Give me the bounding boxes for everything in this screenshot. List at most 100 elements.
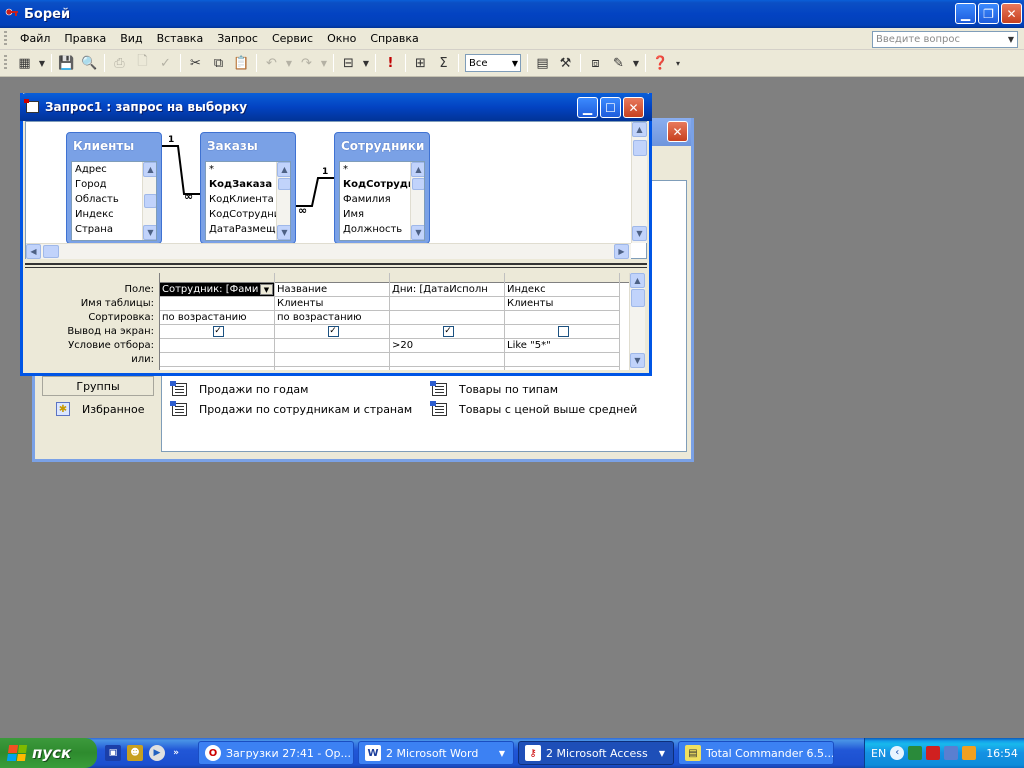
groups-button[interactable]: Группы xyxy=(42,376,154,396)
column-selector[interactable] xyxy=(390,273,504,283)
grid-cell-table[interactable]: Клиенты xyxy=(505,297,619,311)
top-values-combo[interactable]: Все ▼ xyxy=(465,54,521,72)
grid-cell-field[interactable]: Индекс xyxy=(505,283,619,297)
grid-cell-criteria[interactable]: Like "5*" xyxy=(505,339,619,353)
new-object-button[interactable]: ✎ xyxy=(607,52,630,74)
menu-file[interactable]: Файл xyxy=(13,30,57,47)
undo-button[interactable]: ↶ xyxy=(260,52,283,74)
query-window-title-bar[interactable]: Запрос1 : запрос на выборку ▁ ☐ ✕ xyxy=(20,93,652,121)
scroll-thumb[interactable] xyxy=(631,289,645,307)
print-button[interactable]: ⎙ xyxy=(108,52,131,74)
taskbar-button-total-commander[interactable]: ▤ Total Commander 6.5... xyxy=(678,741,834,765)
display-icon[interactable] xyxy=(944,746,959,760)
paste-button[interactable]: 📋 xyxy=(230,52,253,74)
field-item[interactable]: Индекс xyxy=(72,207,142,222)
column-selector[interactable] xyxy=(505,273,619,283)
taskbar-button-opera[interactable]: O Загрузки 27:41 - Op... xyxy=(198,741,354,765)
field-item[interactable]: * xyxy=(206,162,276,177)
build-button[interactable]: ⚒ xyxy=(554,52,577,74)
grid-cell-field[interactable]: Название xyxy=(275,283,389,297)
field-list-scrollbar[interactable]: ▲ ▼ xyxy=(410,162,424,240)
grid-cell-show[interactable]: ✓ xyxy=(275,325,389,339)
chevron-right-icon[interactable]: » xyxy=(171,745,181,761)
grid-cell-or[interactable] xyxy=(505,353,619,367)
chevron-left-icon[interactable]: ‹ xyxy=(890,746,905,760)
print-preview-button[interactable]: 🗋 xyxy=(131,52,154,74)
query-maximize-button[interactable]: ☐ xyxy=(600,97,621,118)
chevron-down-icon[interactable]: ▼ xyxy=(512,59,518,68)
new-object-dropdown[interactable]: ▼ xyxy=(630,52,642,74)
field-item[interactable]: Область xyxy=(72,192,142,207)
field-item-key[interactable]: КодСотрудн xyxy=(340,177,410,192)
list-item[interactable]: Товары с ценой выше средней xyxy=(430,401,637,416)
field-item[interactable]: ДатаРазмещ xyxy=(206,222,276,237)
design-grid-vscroll[interactable]: ▲ ▼ xyxy=(629,273,645,370)
scroll-down-icon[interactable]: ▼ xyxy=(630,353,645,368)
list-item[interactable]: Товары по типам xyxy=(430,381,558,396)
column-selector[interactable] xyxy=(275,273,389,283)
grid-cell-show[interactable]: ✓ xyxy=(160,325,274,339)
scroll-thumb[interactable] xyxy=(144,194,156,208)
scroll-down-icon[interactable]: ▼ xyxy=(143,225,156,240)
pane-splitter[interactable] xyxy=(25,263,647,268)
table-pane-hscroll[interactable]: ◀ ▶ xyxy=(26,243,631,259)
redo-button[interactable]: ↷ xyxy=(295,52,318,74)
grid-cell-or[interactable] xyxy=(160,353,274,367)
show-checkbox[interactable]: ✓ xyxy=(327,326,339,337)
grid-cell-criteria[interactable] xyxy=(160,339,274,353)
close-button[interactable]: ✕ xyxy=(1001,3,1022,24)
network-icon[interactable] xyxy=(908,746,923,760)
field-item[interactable]: КодКлиента xyxy=(206,192,276,207)
grid-cell-table[interactable]: Клиенты xyxy=(275,297,389,311)
field-item[interactable]: * xyxy=(340,162,410,177)
menu-edit[interactable]: Правка xyxy=(57,30,113,47)
grid-cell-criteria[interactable] xyxy=(275,339,389,353)
clock[interactable]: 16:54 xyxy=(986,747,1018,760)
file-search-button[interactable]: 🔍 xyxy=(78,52,101,74)
scroll-thumb[interactable] xyxy=(278,178,290,190)
database-window-button[interactable]: ⧈ xyxy=(584,52,607,74)
grid-cell-criteria[interactable]: >20 xyxy=(390,339,504,353)
ask-question-input[interactable]: Введите вопрос ▼ xyxy=(872,31,1018,48)
start-button[interactable]: пуск xyxy=(0,738,97,768)
grid-cell-sort[interactable]: по возрастанию xyxy=(275,311,389,325)
chevron-down-icon[interactable]: ▼ xyxy=(260,284,273,295)
save-button[interactable]: 💾 xyxy=(55,52,78,74)
view-button[interactable]: ▦ xyxy=(13,52,36,74)
show-checkbox[interactable]: ✓ xyxy=(212,326,224,337)
query-design-window[interactable]: Запрос1 : запрос на выборку ▁ ☐ ✕ 1 ∞ 1 … xyxy=(20,93,652,376)
database-window-close-button[interactable]: ✕ xyxy=(667,121,688,142)
scroll-thumb[interactable] xyxy=(43,245,59,258)
menu-view[interactable]: Вид xyxy=(113,30,149,47)
scroll-down-icon[interactable]: ▼ xyxy=(411,225,424,240)
grid-cell-sort[interactable]: по возрастанию xyxy=(160,311,274,325)
run-button[interactable]: ! xyxy=(379,52,402,74)
grid-cell-sort[interactable] xyxy=(505,311,619,325)
query-close-button[interactable]: ✕ xyxy=(623,97,644,118)
list-item[interactable]: Продажи по годам xyxy=(170,381,308,396)
show-table-button[interactable]: ⊞ xyxy=(409,52,432,74)
cut-button[interactable]: ✂ xyxy=(184,52,207,74)
field-item[interactable]: Адрес xyxy=(72,162,142,177)
taskbar-button-access[interactable]: ⚷ 2 Microsoft Access ▼ xyxy=(518,741,674,765)
scroll-thumb[interactable] xyxy=(412,178,424,190)
scroll-up-icon[interactable]: ▲ xyxy=(277,162,290,177)
scroll-up-icon[interactable]: ▲ xyxy=(632,122,647,137)
field-item[interactable]: Фамилия xyxy=(340,192,410,207)
antivirus-icon[interactable] xyxy=(926,746,941,760)
grid-cell-field[interactable]: Дни: [ДатаИсполн xyxy=(390,283,504,297)
field-list-scrollbar[interactable]: ▲ ▼ xyxy=(276,162,290,240)
scroll-down-icon[interactable]: ▼ xyxy=(632,226,647,241)
scroll-up-icon[interactable]: ▲ xyxy=(630,273,645,288)
menu-help[interactable]: Справка xyxy=(363,30,425,47)
query-type-dropdown[interactable]: ▼ xyxy=(360,52,372,74)
grid-cell-show[interactable]: ✓ xyxy=(390,325,504,339)
scroll-up-icon[interactable]: ▲ xyxy=(143,162,156,177)
table-pane[interactable]: 1 ∞ 1 ∞ Клиенты Адрес Город Область Инде… xyxy=(25,121,647,259)
grid-cell-or[interactable] xyxy=(390,353,504,367)
list-item[interactable]: Продажи по сотрудникам и странам xyxy=(170,401,412,416)
scroll-left-icon[interactable]: ◀ xyxy=(26,244,41,259)
app-title-bar[interactable]: Борей ▁ ❐ ✕ xyxy=(0,0,1024,28)
field-item[interactable]: КодСотрудни xyxy=(206,207,276,222)
show-checkbox[interactable]: ✓ xyxy=(442,326,454,337)
